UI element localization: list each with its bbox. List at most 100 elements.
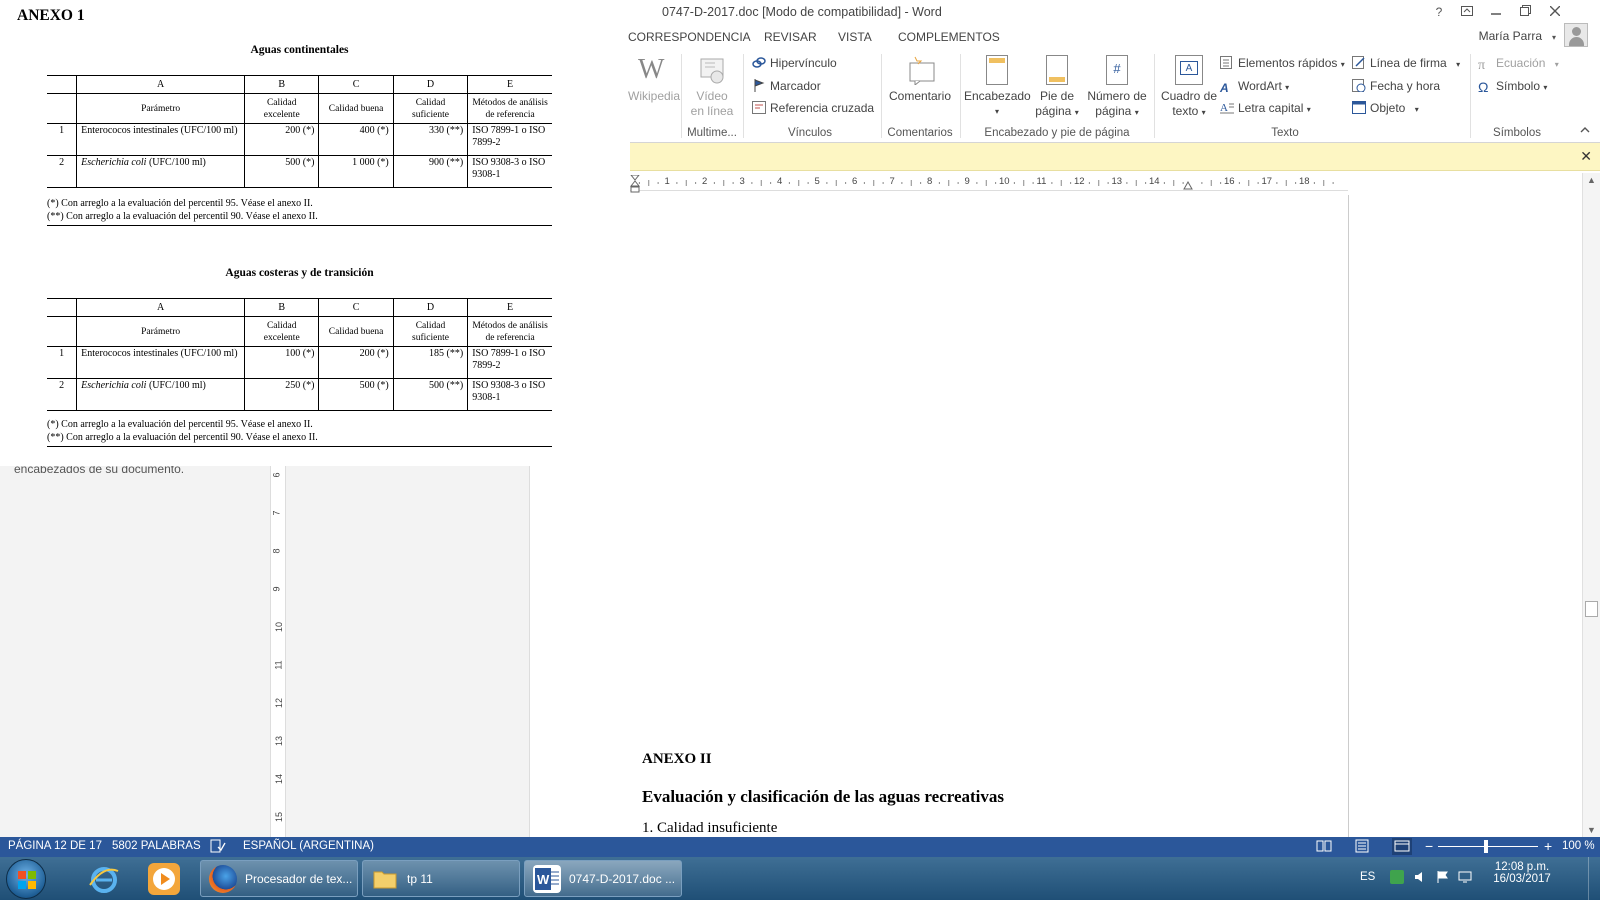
folder-icon — [371, 865, 399, 893]
vertical-ruler[interactable]: 6 7 8 9 10 11 12 13 14 15 — [270, 462, 286, 837]
print-layout-icon[interactable] — [1354, 839, 1370, 856]
tab-vista[interactable]: VISTA — [838, 30, 872, 44]
word-count[interactable]: 5802 PALABRAS — [112, 840, 201, 852]
wikipedia-button[interactable]: W Wikipedia — [628, 54, 680, 104]
web-layout-icon[interactable] — [1392, 838, 1412, 855]
hyperlink-label: Hipervínculo — [770, 56, 837, 70]
show-desktop-button[interactable] — [1588, 857, 1598, 900]
signature-line-button[interactable]: Línea de firma ▾ — [1352, 56, 1460, 70]
collapse-ribbon-icon[interactable] — [1580, 125, 1590, 137]
date-time-label: Fecha y hora — [1370, 79, 1441, 93]
close-button[interactable] — [1544, 3, 1566, 21]
zoom-in-icon[interactable]: + — [1544, 838, 1552, 854]
sufficient-cell: 900 (**) — [392, 155, 469, 188]
hyperlink-button[interactable]: Hipervínculo — [752, 56, 837, 70]
ruler-number: 9 — [964, 176, 970, 187]
ruler-number: 17 — [1261, 176, 1273, 187]
action-center-flag-icon[interactable] — [1436, 870, 1450, 884]
text-box-label-line1: Cuadro de — [1160, 89, 1218, 103]
footer-button[interactable]: Pie de página ▾ — [1031, 55, 1083, 120]
drop-cap-dropdown-icon: ▾ — [1306, 105, 1311, 114]
network-status-icon[interactable] — [1390, 870, 1404, 884]
avatar[interactable] — [1564, 23, 1588, 47]
taskbar-app-firefox[interactable]: Procesador de tex... — [200, 860, 358, 897]
status-bar: PÁGINA 12 DE 17 5802 PALABRAS ESPAÑOL (A… — [0, 837, 1600, 857]
taskbar-app-word[interactable]: W 0747-D-2017.doc ... — [524, 860, 682, 897]
text-box-button[interactable]: A Cuadro de texto ▾ — [1158, 55, 1220, 120]
right-indent-marker[interactable] — [1183, 179, 1193, 194]
video-icon — [699, 55, 725, 85]
page-number-dropdown-icon: ▾ — [1134, 108, 1139, 117]
object-button[interactable]: Objeto ▾ — [1352, 101, 1419, 115]
online-video-button[interactable]: Vídeo en línea — [686, 55, 738, 119]
start-button[interactable] — [6, 859, 46, 899]
scroll-down-icon[interactable]: ▼ — [1587, 825, 1596, 835]
page-number-icon: # — [1106, 55, 1128, 85]
zoom-out-icon[interactable]: − — [1425, 838, 1433, 854]
zoom-level[interactable]: 100 % — [1562, 840, 1595, 852]
zoom-slider-thumb[interactable] — [1484, 840, 1488, 853]
document-page[interactable]: ANEXO II Evaluación y clasificación de l… — [572, 195, 1592, 837]
internet-explorer-icon[interactable] — [88, 863, 120, 895]
wikipedia-label: Wikipedia — [628, 89, 681, 103]
footer-label-line1: Pie de — [1039, 89, 1075, 103]
page-number-label-line2: página — [1095, 104, 1132, 118]
help-button[interactable]: ? — [1428, 3, 1450, 21]
wordart-button[interactable]: A WordArt ▾ — [1220, 79, 1289, 95]
minimize-button[interactable] — [1485, 3, 1507, 21]
volume-icon[interactable] — [1414, 870, 1428, 884]
date-time-button[interactable]: Fecha y hora — [1352, 79, 1440, 93]
media-player-icon[interactable] — [148, 863, 180, 895]
vertical-scrollbar[interactable]: ▲ ▼ — [1582, 173, 1600, 837]
column-header: Calidad buena — [318, 316, 394, 347]
input-language[interactable]: ES — [1360, 871, 1375, 883]
header-button[interactable]: Encabezado ▾ — [964, 55, 1031, 119]
annex-title: ANEXO 1 — [17, 7, 85, 24]
ribbon-display-icon — [1461, 6, 1473, 16]
wikipedia-icon: W — [638, 54, 665, 85]
drop-cap-label: Letra capital — [1238, 101, 1304, 115]
equation-button[interactable]: π Ecuación ▾ — [1478, 56, 1559, 73]
table-row: 1 Enterococos intestinales (UFC/100 ml) … — [47, 123, 552, 156]
comment-button[interactable]: Comentario — [885, 55, 955, 104]
read-mode-icon[interactable] — [1316, 839, 1332, 856]
user-name[interactable]: María Parra — [1479, 29, 1542, 43]
symbol-button[interactable]: Ω Símbolo ▾ — [1478, 79, 1547, 95]
group-label-texto: Texto — [1271, 127, 1299, 139]
ruler-number: 4 — [777, 176, 783, 187]
display-icon[interactable] — [1458, 870, 1472, 884]
tab-revisar[interactable]: REVISAR — [764, 30, 817, 44]
page-number-button[interactable]: # Número de página ▾ — [1084, 55, 1150, 120]
group-label-comentarios: Comentarios — [887, 127, 953, 139]
proofing-icon[interactable] — [210, 839, 226, 856]
scroll-up-icon[interactable]: ▲ — [1587, 175, 1596, 185]
ribbon-display-options-button[interactable] — [1456, 3, 1478, 21]
vertical-ruler-number: 11 — [273, 660, 284, 670]
drop-cap-button[interactable]: A Letra capital ▾ — [1220, 101, 1311, 115]
restore-button[interactable] — [1514, 3, 1536, 21]
restore-icon — [1519, 5, 1531, 16]
message-bar: ✕ — [630, 143, 1600, 171]
user-chevron-icon[interactable]: ▾ — [1552, 33, 1556, 42]
scroll-thumb[interactable] — [1585, 601, 1598, 617]
column-header: Calidad excelente — [244, 316, 320, 347]
column-letter: B — [244, 298, 320, 317]
windows-logo-icon — [18, 871, 36, 889]
close-message-icon[interactable]: ✕ — [1580, 148, 1592, 165]
unit-text: (UFC/100 ml) — [146, 380, 206, 391]
tab-correspondencia[interactable]: CORRESPONDENCIA — [628, 30, 751, 44]
cross-reference-button[interactable]: Referencia cruzada — [752, 101, 874, 115]
clock[interactable]: 12:08 p.m. 16/03/2017 — [1486, 861, 1558, 885]
column-letter: D — [392, 75, 469, 94]
taskbar-app-explorer[interactable]: tp 11 — [362, 860, 520, 897]
language-indicator[interactable]: ESPAÑOL (ARGENTINA) — [243, 840, 374, 852]
navigation-pane: encabezados de su documento. 6 7 8 9 10 11 12 1… — [0, 462, 530, 837]
zoom-slider[interactable] — [1438, 846, 1538, 847]
tab-complementos[interactable]: COMPLEMENTOS — [898, 30, 1000, 44]
bookmark-button[interactable]: Marcador — [752, 79, 821, 93]
page-count[interactable]: PÁGINA 12 DE 17 — [8, 840, 102, 852]
parameter-cell: Enterococos intestinales (UFC/100 ml) — [76, 123, 246, 156]
quick-parts-button[interactable]: Elementos rápidos ▾ — [1220, 56, 1345, 70]
horizontal-ruler[interactable]: 1 2 3 4 5 6 7 8 9 10 11 12 13 14 16 17 18 — [629, 174, 1348, 194]
link-icon — [752, 56, 766, 69]
